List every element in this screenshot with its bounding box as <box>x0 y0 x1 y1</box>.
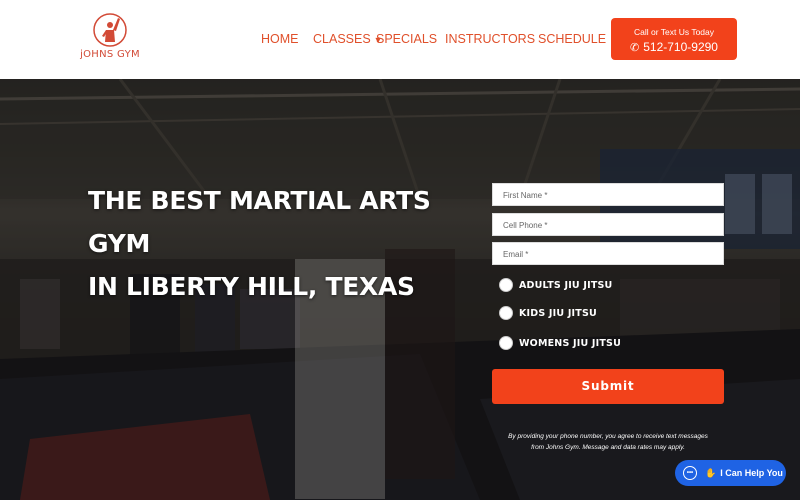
sms-disclaimer: By providing your phone number, you agre… <box>492 431 724 453</box>
phone-icon: ✆ <box>630 42 640 54</box>
radio-label: WOMENS JIU JITSU <box>519 337 621 349</box>
hero-title-line2: IN LIBERTY HILL, TEXAS <box>88 272 415 301</box>
radio-button[interactable] <box>499 306 513 320</box>
call-label: Call or Text Us Today <box>634 27 714 37</box>
cell-phone-input[interactable]: Cell Phone * <box>492 213 724 236</box>
hero-title: THE BEST MARTIAL ARTS GYM IN LIBERTY HIL… <box>88 179 488 308</box>
email-input[interactable]: Email * <box>492 242 724 265</box>
logo-text: jOHNS GYM <box>80 49 140 60</box>
chat-bubble-icon: ••• <box>683 466 697 480</box>
site-header: jOHNS GYM HOME CLASSES ▼ SPECIALS INSTRUC… <box>0 0 800 79</box>
chat-label: I Can Help You <box>720 468 783 478</box>
radio-kids-jiu-jitsu[interactable]: KIDS JIU JITSU <box>499 305 597 321</box>
phone-number: 512-710-9290 <box>643 40 718 54</box>
chat-widget-button[interactable]: ••• ✋ I Can Help You <box>675 460 786 486</box>
radio-button[interactable] <box>499 278 513 292</box>
first-name-input[interactable]: First Name * <box>492 183 724 206</box>
nav-instructors[interactable]: INSTRUCTORS <box>445 32 535 46</box>
call-button[interactable]: Call or Text Us Today ✆ 512-710-9290 <box>611 18 737 60</box>
radio-label: KIDS JIU JITSU <box>519 307 597 319</box>
radio-button[interactable] <box>499 336 513 350</box>
radio-label: ADULTS JIU JITSU <box>519 279 613 291</box>
disclaimer-line2: from Johns Gym. Message and data rates m… <box>531 444 685 451</box>
nav-home[interactable]: HOME <box>261 32 299 46</box>
waving-hand-icon: ✋ <box>705 467 717 478</box>
call-phone: ✆ 512-710-9290 <box>611 40 737 54</box>
radio-womens-jiu-jitsu[interactable]: WOMENS JIU JITSU <box>499 335 621 351</box>
nav-schedule[interactable]: SCHEDULE <box>538 32 606 46</box>
hero-title-line1: THE BEST MARTIAL ARTS GYM <box>88 186 431 258</box>
nav-classes-label: CLASSES <box>313 32 371 46</box>
disclaimer-line1: By providing your phone number, you agre… <box>508 433 708 440</box>
radio-adults-jiu-jitsu[interactable]: ADULTS JIU JITSU <box>499 277 612 293</box>
nav-classes[interactable]: CLASSES ▼ <box>313 32 384 46</box>
submit-button[interactable]: Submit <box>492 369 724 404</box>
nav-specials[interactable]: SPECIALS <box>376 32 437 46</box>
